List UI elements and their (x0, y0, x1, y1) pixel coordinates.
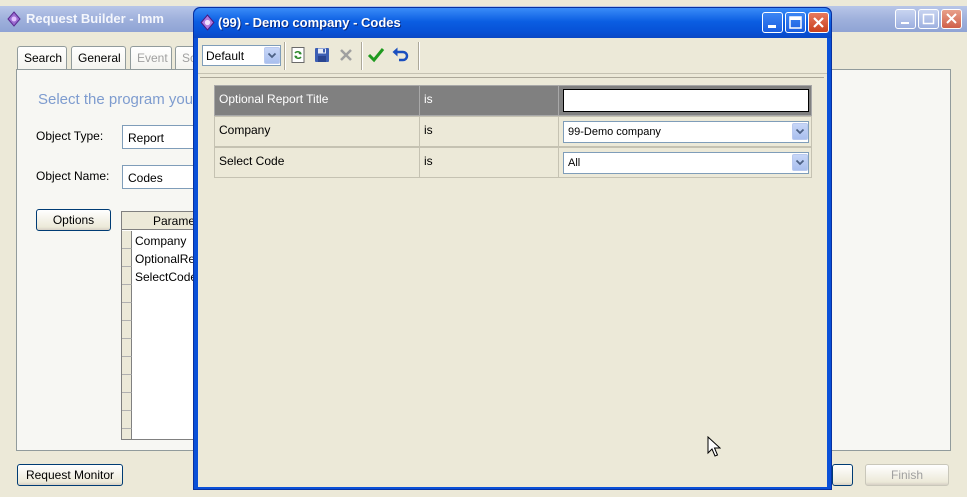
parameter-operator: is (419, 116, 559, 147)
chevron-down-icon (795, 159, 805, 166)
select-code-select[interactable]: All (563, 152, 809, 174)
minimize-icon (768, 25, 776, 28)
parameter-row[interactable]: Optional Report Title is (214, 85, 812, 116)
grid-row-header (122, 249, 132, 267)
app-icon (7, 11, 21, 27)
tab-event: Event (130, 46, 172, 70)
tab-search[interactable]: Search (17, 46, 67, 70)
parameter-name: Select Code (214, 147, 420, 178)
grid-header-label: Parame (153, 214, 196, 228)
maximize-button[interactable] (785, 12, 806, 33)
tab-general[interactable]: General (71, 46, 126, 70)
save-icon[interactable] (313, 46, 331, 64)
maximize-button[interactable] (918, 9, 939, 29)
options-button[interactable]: Options (36, 209, 111, 231)
parameter-value-cell (558, 85, 812, 116)
app-icon (200, 14, 215, 31)
dialog-title: (99) - Demo company - Codes (218, 15, 401, 30)
dialog-titlebar: (99) - Demo company - Codes (194, 8, 831, 38)
accept-icon[interactable] (367, 46, 385, 64)
parameter-name: Optional Report Title (214, 85, 420, 116)
chevron-down-icon (795, 128, 805, 135)
request-monitor-button[interactable]: Request Monitor (17, 464, 123, 486)
toolbar-separator (361, 42, 363, 70)
parameter-row[interactable]: Company is 99-Demo company (214, 116, 812, 147)
parameter-value-cell: All (558, 147, 812, 178)
section-heading: Select the program you (38, 91, 194, 108)
object-type-label: Object Type: (36, 129, 104, 143)
refresh-icon[interactable] (289, 46, 307, 64)
grid-row-header (122, 285, 132, 303)
grid-cell[interactable]: Company (135, 234, 186, 248)
grid-row-header (122, 393, 132, 411)
parameter-operator: is (419, 147, 559, 178)
dropdown-button[interactable] (792, 154, 808, 171)
parameters-panel: Optional Report Title is Company is 99-D… (200, 77, 824, 485)
mouse-cursor-icon (707, 436, 721, 457)
dropdown-button[interactable] (792, 123, 808, 140)
grid-row-header (122, 303, 132, 321)
dialog-body: Default Optional Report Title is Company… (198, 38, 827, 487)
toolbar-separator (418, 42, 420, 70)
minimize-button[interactable] (762, 12, 783, 33)
undo-icon[interactable] (391, 46, 409, 64)
close-button[interactable] (941, 9, 962, 29)
chevron-down-icon (267, 52, 277, 59)
company-select[interactable]: 99-Demo company (563, 121, 809, 143)
parameters-grid: Parame Company OptionalRe SelectCode (121, 211, 201, 440)
close-icon (813, 17, 824, 28)
dropdown-button[interactable] (264, 47, 280, 64)
grid-cell[interactable]: OptionalRe (135, 252, 195, 266)
window-title: Request Builder - Imm (26, 11, 164, 26)
parameter-name: Company (214, 116, 420, 147)
grid-row-header (122, 339, 132, 357)
hidden-button-edge[interactable] (832, 464, 853, 486)
grid-cell[interactable]: SelectCode (135, 270, 197, 284)
layout-select[interactable]: Default (202, 45, 281, 66)
parameter-value-cell: 99-Demo company (558, 116, 812, 147)
optional-report-title-input[interactable] (563, 89, 809, 112)
report-parameters-dialog: (99) - Demo company - Codes Default Opti… (193, 7, 832, 490)
minimize-button[interactable] (895, 9, 916, 29)
toolbar-separator (284, 42, 286, 70)
grid-row-header (122, 357, 132, 375)
grid-row-header (122, 375, 132, 393)
object-name-label: Object Name: (36, 169, 110, 183)
delete-icon (340, 49, 352, 61)
grid-row-header (122, 321, 132, 339)
parameter-operator: is (419, 85, 559, 116)
minimize-icon (901, 22, 909, 24)
close-button[interactable] (808, 12, 829, 33)
maximize-icon (789, 16, 802, 29)
grid-row-header (122, 411, 132, 429)
grid-header: Parame (122, 212, 200, 230)
close-icon (946, 13, 957, 24)
finish-button: Finish (865, 464, 949, 486)
grid-row-header (122, 231, 132, 249)
parameter-row[interactable]: Select Code is All (214, 147, 812, 178)
dialog-toolbar: Default (198, 38, 827, 74)
grid-row-header (122, 429, 132, 439)
maximize-icon (922, 13, 935, 25)
grid-row-header (122, 267, 132, 285)
